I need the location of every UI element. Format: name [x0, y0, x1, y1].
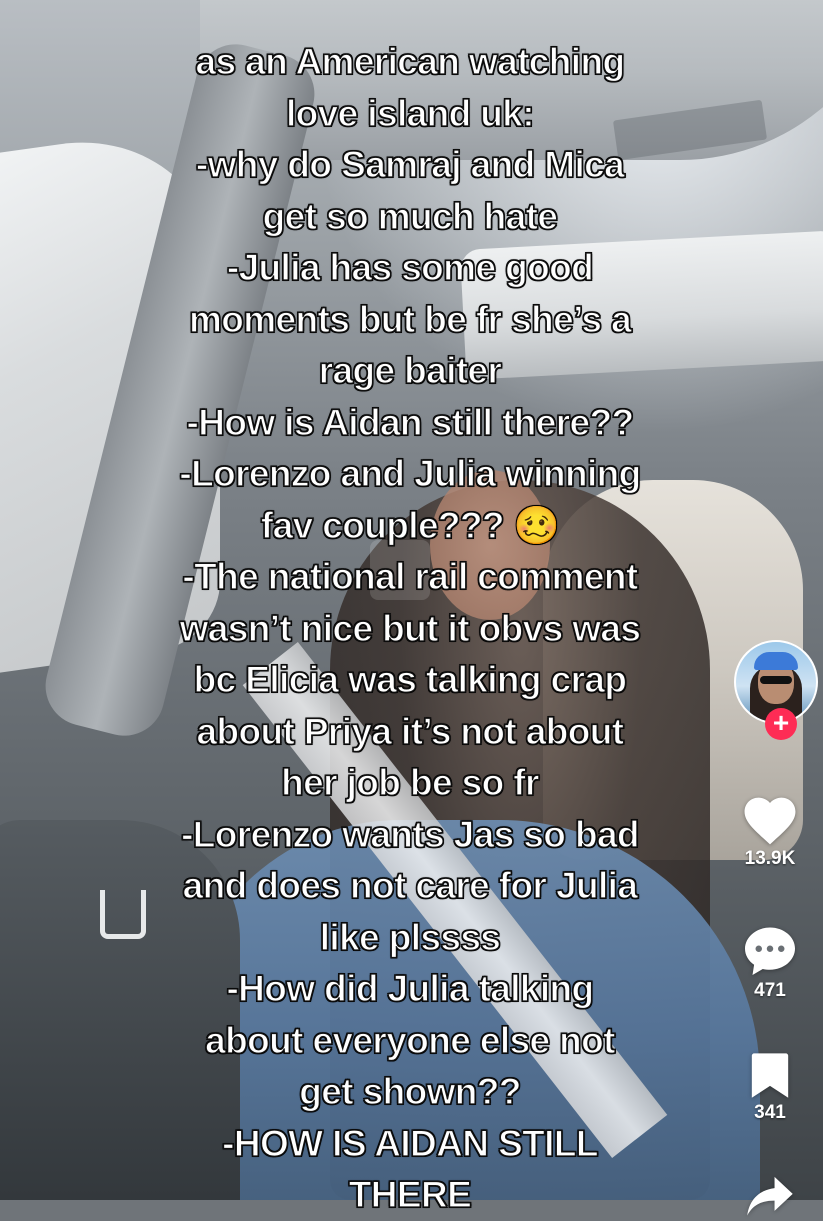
caption-line: -why do Samraj and Mica [195, 143, 625, 185]
caption-line: about Priya it’s not about [196, 710, 625, 752]
caption-line: bc Elicia was talking crap [193, 658, 628, 700]
follow-button[interactable]: + [765, 708, 797, 740]
bookmark-button[interactable]: 341 [720, 1050, 820, 1124]
bookmark-count: 341 [754, 1102, 786, 1123]
caption-line: like plssss [319, 916, 501, 958]
heart-icon [744, 797, 796, 845]
caption-line: -Lorenzo and Julia winning [179, 452, 642, 494]
caption-line: -HOW IS AIDAN STILL [222, 1122, 600, 1164]
bookmark-icon [751, 1053, 789, 1098]
caption-line: -How did Julia talking [226, 967, 595, 1009]
caption-line: about everyone else not [205, 1019, 617, 1061]
caption-line: wasn’t nice but it obvs was [179, 607, 642, 649]
avatar-sunglasses [760, 676, 792, 684]
like-button[interactable]: 13.9K [720, 790, 820, 870]
share-button[interactable] [720, 1170, 820, 1220]
caption-line: get shown?? [299, 1070, 522, 1112]
caption-line: -How is Aidan still there?? [186, 401, 635, 443]
creator-avatar-button[interactable]: + [734, 640, 818, 740]
comment-bubble-icon [745, 927, 795, 975]
avatar-cap [754, 652, 798, 670]
caption-line: and does not care for Julia [182, 864, 638, 906]
comment-count: 471 [754, 980, 786, 1001]
caption-line: her job be so fr [281, 761, 540, 803]
share-arrow-icon [747, 1176, 793, 1216]
caption-line: rage baiter [318, 349, 502, 391]
caption-line: get so much hate [262, 195, 558, 237]
caption-line: -The national rail comment [182, 555, 639, 597]
comment-button[interactable]: 471 [720, 922, 820, 1002]
caption-line: as an American watching [195, 40, 626, 82]
video-caption-overlay: as an American watching love island uk: … [100, 36, 720, 1221]
caption-line: -Julia has some good [226, 246, 594, 288]
caption-line: -Lorenzo wants Jas so bad [180, 813, 640, 855]
caption-line: love island uk: [285, 92, 535, 134]
caption-line: moments but be fr she’s a [188, 298, 632, 340]
caption-line: fav couple??? 🥴 [260, 504, 560, 546]
like-count: 13.9K [744, 848, 796, 869]
caption-line: THERE [348, 1173, 472, 1215]
